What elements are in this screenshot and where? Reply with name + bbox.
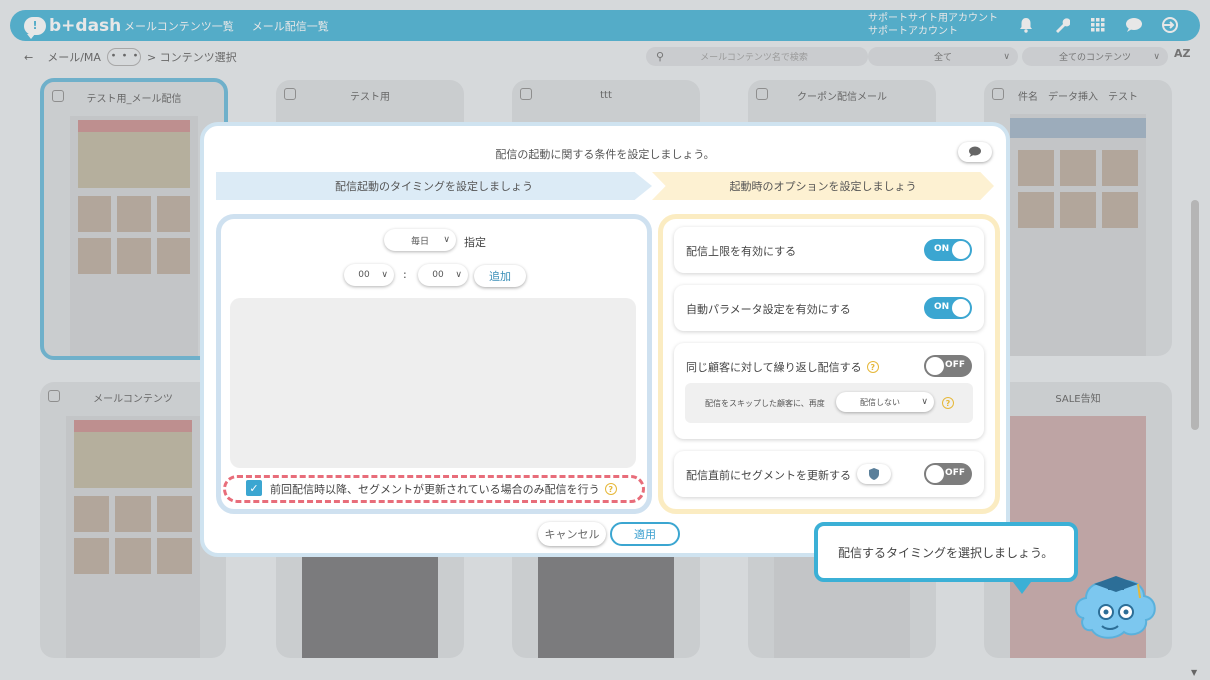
repeat-sub-label: 配信をスキップした顧客に、再度 bbox=[705, 399, 825, 408]
minute-value: 00 bbox=[432, 270, 444, 280]
hour-select[interactable]: 00 ∨ bbox=[344, 264, 394, 286]
options-panel: 配信上限を有効にする ON 自動パラメータ設定を有効にする ON 同じ顧客に対し… bbox=[658, 214, 1000, 514]
chevron-down-icon: ∨ bbox=[921, 397, 928, 407]
frequency-value: 毎日 bbox=[410, 236, 429, 247]
toggle-state: OFF bbox=[945, 360, 965, 370]
option-label: 配信上限を有効にする bbox=[686, 245, 797, 258]
frequency-select[interactable]: 毎日 ∨ bbox=[384, 229, 456, 251]
option-segment-refresh: 配信直前にセグメントを更新する OFF bbox=[674, 451, 984, 497]
guide-tooltip-tail bbox=[1010, 578, 1034, 594]
toggle-state: ON bbox=[934, 302, 950, 312]
minute-select[interactable]: 00 ∨ bbox=[418, 264, 468, 286]
help-chat-button[interactable] bbox=[958, 142, 992, 162]
step-options: 起動時のオプションを設定しましょう bbox=[652, 172, 994, 200]
segment-info-button[interactable] bbox=[857, 464, 891, 484]
timing-panel: 毎日 ∨ 指定 00 ∨ : 00 ∨ 追加 前回配信時以降、セグメントが更新されてい… bbox=[216, 214, 652, 514]
chat-icon bbox=[969, 146, 981, 157]
option-repeat-delivery: 同じ顧客に対して繰り返し配信する? OFF 配信をスキップした顧客に、再度 配信… bbox=[674, 343, 984, 439]
option-label: 自動パラメータ設定を有効にする bbox=[686, 303, 851, 316]
help-icon[interactable]: ? bbox=[866, 361, 879, 373]
option-auto-parameter: 自動パラメータ設定を有効にする ON bbox=[674, 285, 984, 331]
delivery-limit-toggle[interactable]: ON bbox=[924, 239, 972, 261]
help-icon[interactable]: ? bbox=[604, 483, 617, 495]
cancel-button[interactable]: キャンセル bbox=[538, 522, 606, 546]
option-label: 同じ顧客に対して繰り返し配信する bbox=[686, 361, 862, 374]
option-delivery-limit: 配信上限を有効にする ON bbox=[674, 227, 984, 273]
toggle-state: ON bbox=[934, 244, 950, 254]
page-scrollbar[interactable] bbox=[1191, 200, 1199, 430]
repeat-sub-select[interactable]: 配信しない ∨ bbox=[836, 392, 934, 412]
shield-icon bbox=[869, 468, 879, 480]
segment-update-checkbox-row[interactable]: 前回配信時以降、セグメントが更新されている場合のみ配信を行う ? bbox=[223, 475, 645, 503]
segment-update-checkbox[interactable]: ✓ bbox=[246, 480, 262, 496]
guide-tooltip: 配信するタイミングを選択しましょう。 bbox=[814, 522, 1078, 582]
modal-title: 配信の起動に関する条件を設定しましょう。 bbox=[495, 148, 715, 161]
scroll-down-icon[interactable]: ▼ bbox=[1191, 668, 1197, 677]
chevron-down-icon: ∨ bbox=[381, 270, 388, 280]
schedule-list bbox=[230, 298, 636, 468]
chevron-down-icon: ∨ bbox=[443, 235, 450, 245]
repeat-sub-setting: 配信をスキップした顧客に、再度 配信しない ∨ ? bbox=[685, 383, 973, 423]
help-icon[interactable]: ? bbox=[942, 397, 954, 409]
segment-update-label: 前回配信時以降、セグメントが更新されている場合のみ配信を行う bbox=[270, 483, 600, 496]
step-timing: 配信起動のタイミングを設定しましょう bbox=[216, 172, 652, 200]
repeat-sub-value: 配信しない bbox=[860, 397, 900, 407]
segment-refresh-toggle[interactable]: OFF bbox=[924, 463, 972, 485]
auto-parameter-toggle[interactable]: ON bbox=[924, 297, 972, 319]
frequency-suffix: 指定 bbox=[464, 236, 486, 249]
chevron-down-icon: ∨ bbox=[455, 270, 462, 280]
mascot-icon[interactable] bbox=[1068, 568, 1160, 654]
hour-value: 00 bbox=[358, 270, 370, 280]
option-label: 配信直前にセグメントを更新する bbox=[686, 469, 851, 482]
time-separator: : bbox=[403, 268, 407, 281]
repeat-delivery-toggle[interactable]: OFF bbox=[924, 355, 972, 377]
guide-tooltip-text: 配信するタイミングを選択しましょう。 bbox=[838, 545, 1054, 560]
toggle-state: OFF bbox=[945, 468, 965, 478]
apply-button[interactable]: 適用 bbox=[610, 522, 680, 546]
trigger-settings-modal: 配信の起動に関する条件を設定しましょう。 配信起動のタイミングを設定しましょう … bbox=[200, 122, 1010, 557]
add-time-button[interactable]: 追加 bbox=[474, 265, 526, 287]
